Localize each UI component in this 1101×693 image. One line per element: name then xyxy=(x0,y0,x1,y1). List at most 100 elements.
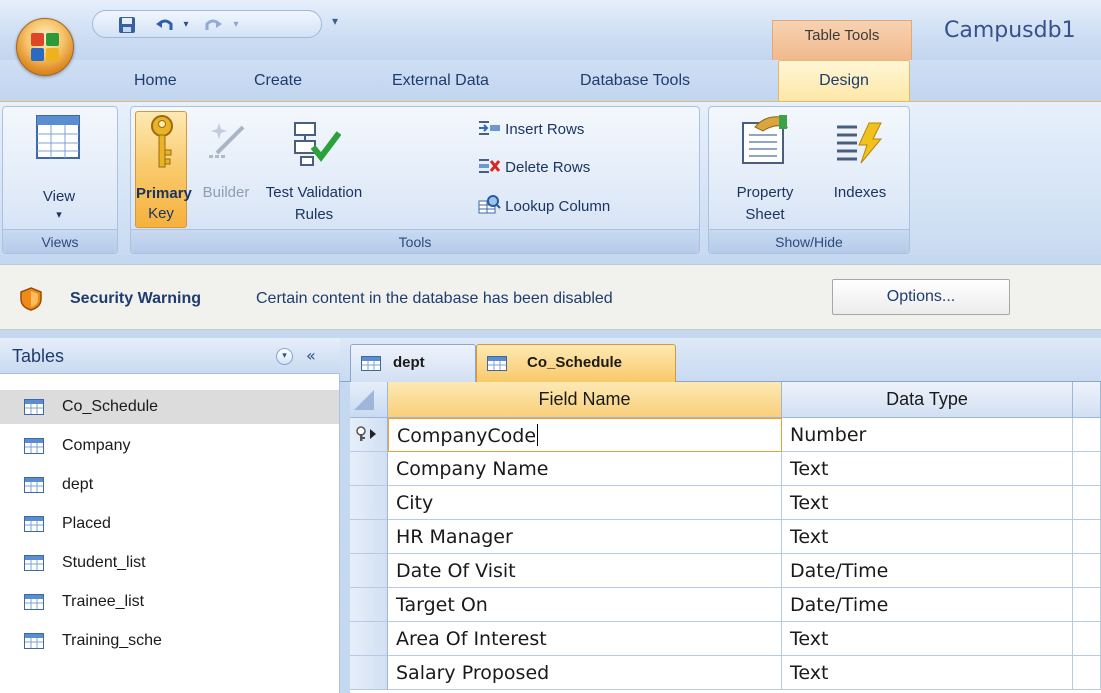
field-name-text: CompanyCode xyxy=(397,425,537,447)
field-name-cell[interactable]: Company Name xyxy=(388,452,782,486)
table-icon xyxy=(24,438,44,454)
corner-triangle-icon xyxy=(354,390,374,410)
lookup-column-label: Lookup Column xyxy=(505,198,611,215)
table-icon xyxy=(361,356,381,371)
row-selector[interactable] xyxy=(350,418,388,452)
office-button[interactable] xyxy=(16,18,74,76)
builder-button[interactable]: Builder xyxy=(193,111,259,228)
nav-item-label: Placed xyxy=(62,515,111,532)
options-button[interactable]: Options... xyxy=(832,279,1010,315)
test-validation-rules-button[interactable]: Test Validation Rules xyxy=(261,111,367,228)
data-type-cell[interactable]: Date/Time xyxy=(782,554,1073,588)
undo-icon[interactable] xyxy=(155,16,175,34)
data-type-cell[interactable]: Text xyxy=(782,656,1073,690)
description-cell[interactable] xyxy=(1073,622,1101,656)
redo-dropdown-icon[interactable]: ▾ xyxy=(231,16,241,34)
insert-rows-icon xyxy=(479,121,500,135)
tab-home[interactable]: Home xyxy=(134,72,177,90)
property-sheet-label-line2: Sheet xyxy=(745,206,785,223)
description-cell[interactable] xyxy=(1073,418,1101,452)
lookup-column-button[interactable]: Lookup Column xyxy=(477,195,610,217)
row-selector[interactable] xyxy=(350,656,388,690)
insert-rows-button[interactable]: Insert Rows xyxy=(477,119,584,140)
select-all-corner[interactable] xyxy=(350,382,388,418)
nav-item[interactable]: Co_Schedule xyxy=(0,390,339,424)
column-header-data-type[interactable]: Data Type xyxy=(782,382,1073,418)
customize-icon[interactable]: ▾ xyxy=(332,14,338,28)
table-icon xyxy=(24,555,44,571)
nav-item[interactable]: Student_list xyxy=(0,546,339,580)
save-icon[interactable] xyxy=(117,16,137,34)
field-name-cell[interactable]: City xyxy=(388,486,782,520)
insert-rows-label: Insert Rows xyxy=(505,121,585,138)
row-selector[interactable] xyxy=(350,588,388,622)
row-selector[interactable] xyxy=(350,486,388,520)
tab-database-tools[interactable]: Database Tools xyxy=(580,72,690,90)
data-type-cell[interactable]: Text xyxy=(782,452,1073,486)
doc-tab-dept[interactable]: dept xyxy=(350,344,476,382)
column-header-field-name[interactable]: Field Name xyxy=(388,382,782,418)
nav-item[interactable]: Trainee_list xyxy=(0,585,339,619)
nav-item[interactable]: Training_sche xyxy=(0,624,339,658)
description-cell[interactable] xyxy=(1073,554,1101,588)
access-window: ▾ ▾ ▾ Table Tools Campusdb1 Home Create … xyxy=(0,0,1101,693)
nav-item-label: Trainee_list xyxy=(62,593,145,610)
data-type-cell[interactable]: Text xyxy=(782,520,1073,554)
quick-access-toolbar: ▾ ▾ xyxy=(92,10,322,38)
nav-pane-header[interactable]: Tables ▾ « xyxy=(0,338,340,374)
view-button[interactable]: View ▾ xyxy=(11,113,107,225)
table-icon xyxy=(487,356,507,371)
indexes-lightning-icon xyxy=(837,122,883,164)
nav-item-label: Training_sche xyxy=(62,632,162,649)
delete-rows-label: Delete Rows xyxy=(505,159,591,176)
field-name-cell[interactable]: CompanyCode xyxy=(388,418,782,452)
field-name-cell[interactable]: Target On xyxy=(388,588,782,622)
nav-item[interactable]: Placed xyxy=(0,507,339,541)
window-title: Campusdb1 xyxy=(944,18,1076,43)
doc-tab-co-schedule[interactable]: Co_Schedule xyxy=(476,344,676,382)
data-type-cell[interactable]: Text xyxy=(782,622,1073,656)
title-bar: ▾ ▾ ▾ Table Tools Campusdb1 xyxy=(0,0,1101,60)
nav-item-label: dept xyxy=(62,476,94,493)
property-sheet-icon xyxy=(742,115,789,164)
data-type-cell[interactable]: Number xyxy=(782,418,1073,452)
views-group-label: Views xyxy=(3,229,117,253)
undo-dropdown-icon[interactable]: ▾ xyxy=(181,16,191,34)
tab-create[interactable]: Create xyxy=(254,72,302,90)
nav-item[interactable]: Company xyxy=(0,429,339,463)
data-type-cell[interactable]: Date/Time xyxy=(782,588,1073,622)
data-type-cell[interactable]: Text xyxy=(782,486,1073,520)
description-cell[interactable] xyxy=(1073,452,1101,486)
row-selector[interactable] xyxy=(350,452,388,486)
redo-icon[interactable] xyxy=(203,16,223,34)
description-cell[interactable] xyxy=(1073,588,1101,622)
view-dropdown-icon: ▾ xyxy=(56,209,62,221)
chevron-down-icon[interactable]: ▾ xyxy=(276,348,293,365)
field-name-cell[interactable]: Salary Proposed xyxy=(388,656,782,690)
field-name-cell[interactable]: Area Of Interest xyxy=(388,622,782,656)
indexes-label: Indexes xyxy=(833,184,887,201)
property-sheet-button[interactable]: Property Sheet xyxy=(715,111,815,228)
nav-pane-title: Tables xyxy=(12,346,65,366)
row-selector[interactable] xyxy=(350,622,388,656)
tab-external-data[interactable]: External Data xyxy=(392,72,489,90)
field-name-cell[interactable]: HR Manager xyxy=(388,520,782,554)
description-cell[interactable] xyxy=(1073,520,1101,554)
document-tab-bar: dept Co_Schedule xyxy=(340,338,1101,382)
nav-item[interactable]: dept xyxy=(0,468,339,502)
office-logo-icon xyxy=(31,33,61,63)
table-row: CompanyCode Number xyxy=(350,418,1101,452)
field-name-text: HR Manager xyxy=(396,526,513,548)
row-selector[interactable] xyxy=(350,554,388,588)
indexes-button[interactable]: Indexes xyxy=(815,111,905,228)
description-cell[interactable] xyxy=(1073,656,1101,690)
primary-key-button[interactable]: Primary Key xyxy=(135,111,192,228)
collapse-pane-icon[interactable]: « xyxy=(306,346,316,365)
delete-rows-button[interactable]: Delete Rows xyxy=(477,157,590,178)
column-header-description[interactable] xyxy=(1073,382,1101,418)
description-cell[interactable] xyxy=(1073,486,1101,520)
row-selector[interactable] xyxy=(350,520,388,554)
tab-design[interactable]: Design xyxy=(778,60,910,102)
field-name-text: Company Name xyxy=(396,458,549,480)
field-name-cell[interactable]: Date Of Visit xyxy=(388,554,782,588)
